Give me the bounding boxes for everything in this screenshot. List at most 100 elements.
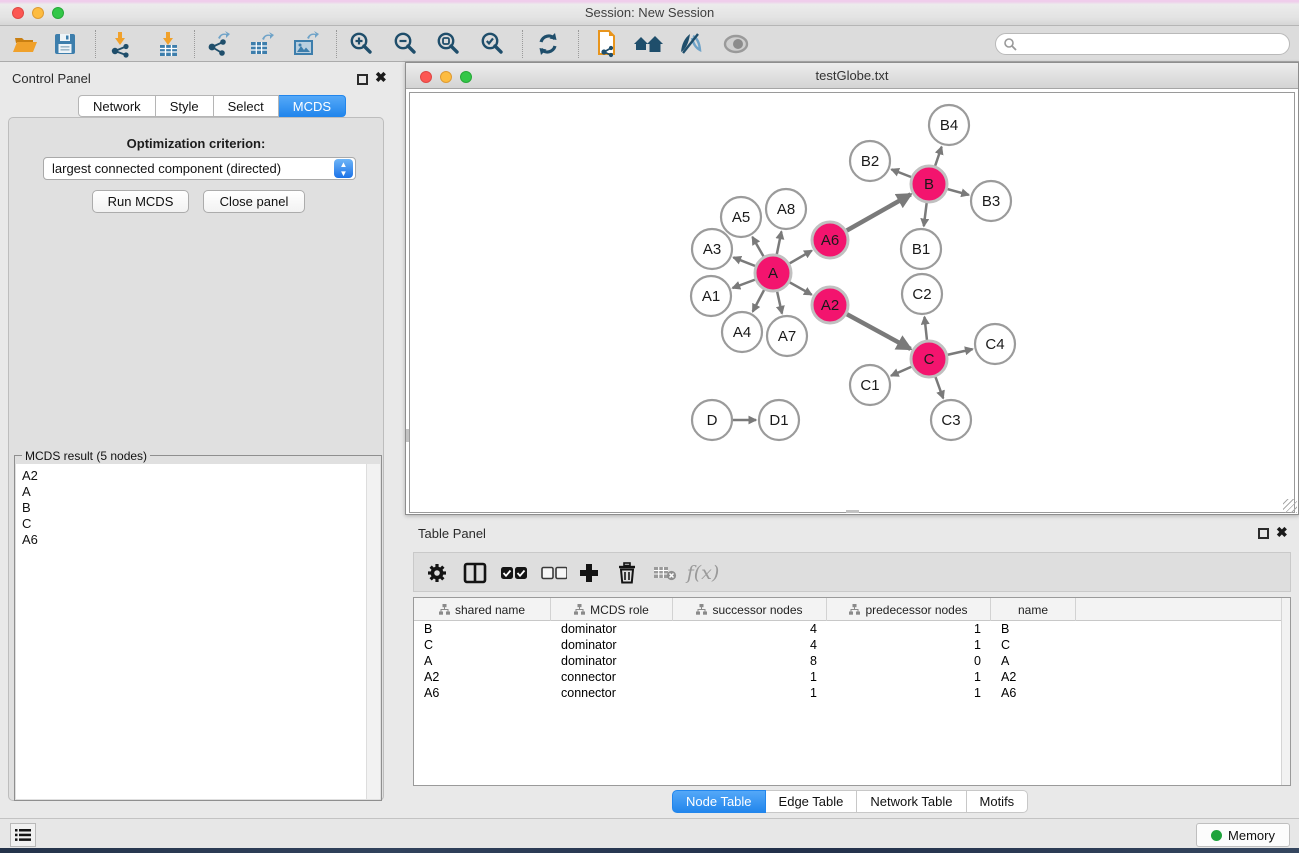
memory-status-icon	[1211, 830, 1222, 841]
list-item[interactable]: A6	[22, 532, 366, 548]
fx-label: f(x)	[687, 562, 720, 584]
column-header[interactable]: shared name	[414, 598, 551, 621]
tab-select[interactable]: Select	[214, 95, 279, 117]
hide-graphics-details-icon[interactable]	[673, 29, 709, 59]
delete-column-icon[interactable]	[612, 559, 642, 587]
home-icon[interactable]	[630, 29, 666, 59]
control-panel-title: Control Panel	[12, 71, 91, 86]
export-network-icon[interactable]	[200, 29, 236, 59]
control-panel-float-icon[interactable]	[357, 72, 368, 90]
deselect-all-checkboxes-icon[interactable]	[539, 559, 569, 587]
export-image-icon[interactable]	[287, 29, 323, 59]
graph-node-label: B2	[861, 153, 879, 170]
settings-gear-icon[interactable]	[422, 559, 452, 587]
memory-label: Memory	[1228, 828, 1275, 843]
resize-grip-icon[interactable]	[1283, 499, 1297, 513]
minimize-window-button[interactable]	[440, 71, 452, 83]
list-item[interactable]: C	[22, 516, 366, 532]
dropdown-stepper-icon: ▲▼	[334, 159, 353, 178]
column-header[interactable]: name	[991, 598, 1076, 621]
tab-edge-table[interactable]: Edge Table	[766, 790, 858, 813]
search-input[interactable]	[1021, 36, 1289, 52]
import-table-icon[interactable]	[150, 29, 186, 59]
table-panel-close-icon[interactable]: ✖	[1276, 527, 1288, 538]
table-tabs: Node Table Edge Table Network Table Moti…	[672, 790, 1028, 813]
column-header[interactable]: successor nodes	[673, 598, 827, 621]
tab-network-table[interactable]: Network Table	[857, 790, 966, 813]
clone-network-icon[interactable]	[588, 29, 624, 59]
table-row[interactable]: A2 connector 1 1 A2	[414, 669, 1283, 685]
export-table-icon[interactable]	[243, 29, 279, 59]
minimize-window-button[interactable]	[32, 7, 44, 19]
list-item[interactable]: B	[22, 500, 366, 516]
table-scrollbar[interactable]	[1281, 598, 1290, 785]
search-box[interactable]	[995, 33, 1290, 55]
show-panels-list-button[interactable]	[10, 823, 36, 847]
window-controls	[12, 7, 64, 19]
list-item[interactable]: A	[22, 484, 366, 500]
tab-style[interactable]: Style	[156, 95, 214, 117]
graph-node-label: C1	[860, 377, 879, 394]
tab-node-table[interactable]: Node Table	[672, 790, 766, 813]
select-all-checkboxes-icon[interactable]	[499, 559, 529, 587]
graph-node-label: A	[768, 265, 778, 282]
close-window-button[interactable]	[420, 71, 432, 83]
mcds-result-list[interactable]: A2 A B C A6	[16, 464, 366, 799]
memory-button[interactable]: Memory	[1196, 823, 1290, 847]
graph-node-label: C3	[941, 412, 960, 429]
network-title: testGlobe.txt	[406, 63, 1298, 88]
save-session-icon[interactable]	[47, 29, 83, 59]
tab-mcds[interactable]: MCDS	[279, 95, 346, 117]
refresh-icon[interactable]	[530, 29, 566, 59]
desktop-background-strip	[0, 848, 1299, 853]
delete-table-icon[interactable]	[650, 559, 680, 587]
result-scrollbar[interactable]	[366, 464, 380, 799]
list-item[interactable]: A2	[22, 468, 366, 484]
shared-column-icon	[439, 604, 450, 615]
table-row[interactable]: A dominator 8 0 A	[414, 653, 1283, 669]
tab-motifs[interactable]: Motifs	[967, 790, 1029, 813]
graph-node-label: D	[707, 412, 718, 429]
canvas-hscroll-thumb[interactable]	[846, 510, 859, 513]
zoom-selected-icon[interactable]	[474, 29, 510, 59]
control-panel-close-icon[interactable]: ✖	[375, 72, 387, 83]
table-row[interactable]: B dominator 4 1 B	[414, 621, 1283, 637]
table-header-row: shared name MCDS role successor nodes pr…	[414, 598, 1283, 621]
network-graph[interactable]: B4B2BB3A5A8A6B1A3AA1A2C2A4A7CC4C1C3DD1	[410, 93, 1294, 512]
table-panel-float-icon[interactable]	[1258, 526, 1269, 544]
graph-node-label: A5	[732, 209, 750, 226]
zoom-window-button[interactable]	[460, 71, 472, 83]
zoom-fit-icon[interactable]	[430, 29, 466, 59]
network-view-window: testGlobe.txt B4B2BB3A5A8A6B1A3AA1A2C2A4…	[405, 62, 1299, 515]
graph-node-label: B	[924, 176, 934, 193]
show-graphics-details-icon[interactable]	[718, 29, 754, 59]
shared-column-icon	[574, 604, 585, 615]
tab-network[interactable]: Network	[78, 95, 156, 117]
criterion-dropdown[interactable]: largest connected component (directed) ▲…	[43, 157, 356, 180]
column-header[interactable]: MCDS role	[551, 598, 673, 621]
network-canvas[interactable]: B4B2BB3A5A8A6B1A3AA1A2C2A4A7CC4C1C3DD1	[409, 92, 1295, 513]
graph-node-label: A6	[821, 232, 839, 249]
zoom-window-button[interactable]	[52, 7, 64, 19]
close-window-button[interactable]	[12, 7, 24, 19]
import-network-icon[interactable]	[102, 29, 138, 59]
zoom-in-icon[interactable]	[343, 29, 379, 59]
table-panel-title: Table Panel	[418, 526, 486, 541]
function-builder-icon[interactable]: f(x)	[688, 559, 718, 587]
add-column-icon[interactable]	[574, 559, 604, 587]
graph-node-label: C4	[985, 336, 1004, 353]
run-mcds-button[interactable]: Run MCDS	[92, 190, 189, 213]
open-file-icon[interactable]	[7, 29, 43, 59]
table-row[interactable]: A6 connector 1 1 A6	[414, 685, 1283, 701]
column-header[interactable]: predecessor nodes	[827, 598, 991, 621]
zoom-out-icon[interactable]	[387, 29, 423, 59]
graph-node-label: A7	[778, 328, 796, 345]
table-row[interactable]: C dominator 4 1 C	[414, 637, 1283, 653]
status-bar: Memory	[0, 818, 1299, 848]
canvas-vscroll-thumb[interactable]	[406, 429, 409, 442]
columns-icon[interactable]	[460, 559, 490, 587]
graph-node-label: B4	[940, 117, 958, 134]
close-panel-button[interactable]: Close panel	[203, 190, 305, 213]
network-window-titlebar[interactable]: testGlobe.txt	[406, 63, 1298, 89]
node-table: shared name MCDS role successor nodes pr…	[413, 597, 1291, 786]
